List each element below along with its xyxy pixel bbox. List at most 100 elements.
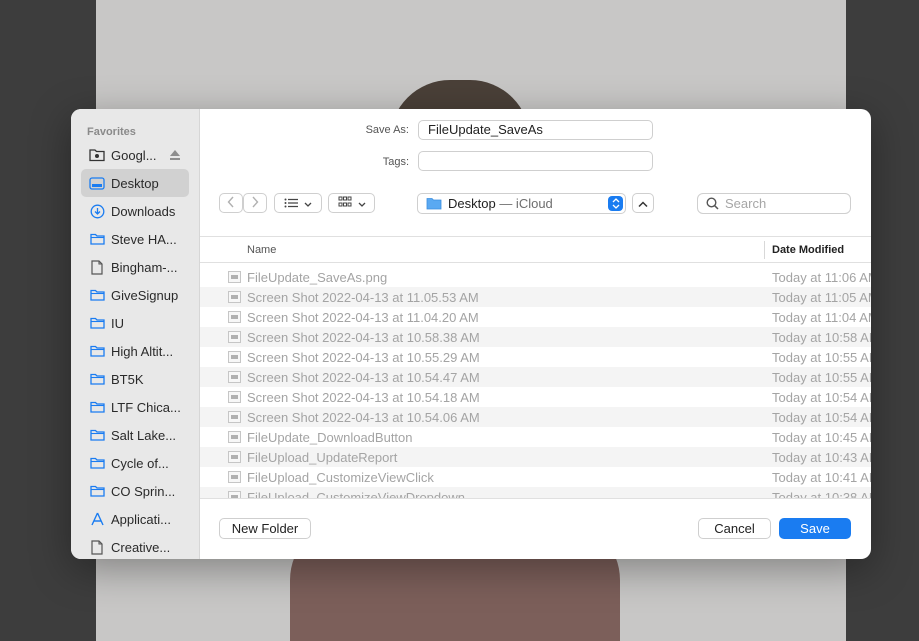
location-name: Desktop — [448, 196, 496, 211]
sidebar-item-folder[interactable]: Steve HA... — [81, 225, 189, 253]
list-item[interactable]: Screen Shot 2022-04-13 at 11.05.53 AM To… — [200, 287, 871, 307]
list-item[interactable]: FileUpload_UpdateReport Today at 10:43 A… — [200, 447, 871, 467]
file-name: Screen Shot 2022-04-13 at 10.54.18 AM — [247, 390, 480, 405]
chevron-right-icon — [251, 196, 259, 211]
sidebar-item-desktop[interactable]: Desktop — [81, 169, 189, 197]
location-subtitle: — iCloud — [495, 196, 553, 211]
image-file-icon — [228, 351, 241, 363]
sidebar-item-label: Creative... — [111, 539, 171, 555]
sidebar-item-folder[interactable]: IU — [81, 309, 189, 337]
location-popup[interactable]: Desktop — iCloud — [417, 193, 626, 214]
search-placeholder: Search — [725, 196, 767, 211]
file-date: Today at 10:45 AM — [772, 430, 871, 445]
group-view-button[interactable] — [328, 193, 375, 213]
sidebar-item-google-drive[interactable]: Googl... — [81, 141, 189, 169]
tags-label: Tags: — [382, 156, 409, 168]
file-name: Screen Shot 2022-04-13 at 11.05.53 AM — [247, 290, 479, 305]
sidebar-item-label: CO Sprin... — [111, 483, 176, 499]
sidebar-item-label: Steve HA... — [111, 231, 177, 247]
file-date: Today at 10:58 AM — [772, 330, 871, 345]
chevron-left-icon — [227, 196, 235, 211]
file-icon — [228, 471, 241, 483]
save-button[interactable]: Save — [779, 518, 851, 539]
list-item[interactable]: Screen Shot 2022-04-13 at 10.54.47 AM To… — [200, 367, 871, 387]
sidebar-item-label: Googl... — [111, 147, 157, 163]
list-item[interactable]: Screen Shot 2022-04-13 at 10.58.38 AM To… — [200, 327, 871, 347]
sidebar-item-label: Bingham-... — [111, 259, 178, 275]
image-file-icon — [228, 331, 241, 343]
sidebar-item-folder[interactable]: High Altit... — [81, 337, 189, 365]
back-button[interactable] — [219, 193, 243, 213]
footer-divider — [200, 498, 871, 499]
image-file-icon — [228, 391, 241, 403]
sidebar-item-label: Applicati... — [111, 511, 171, 527]
list-view-button[interactable] — [274, 193, 322, 213]
file-date: Today at 10:55 AM — [772, 370, 871, 385]
file-list: FileUpdate_SaveAs.png Today at 11:06 AM … — [200, 267, 871, 498]
file-date: Today at 11:05 AM — [772, 290, 871, 305]
collapse-button[interactable] — [632, 193, 654, 213]
stepper-icon — [608, 196, 623, 211]
sidebar-item-folder[interactable]: Cycle of... — [81, 449, 189, 477]
list-item[interactable]: FileUpdate_DownloadButton Today at 10:45… — [200, 427, 871, 447]
save-as-label: Save As: — [365, 124, 409, 136]
list-item[interactable]: FileUpload_CustomizeViewClick Today at 1… — [200, 467, 871, 487]
sidebar-item-folder[interactable]: BT5K — [81, 365, 189, 393]
file-icon — [228, 431, 241, 443]
folder-icon — [89, 231, 105, 247]
drive-folder-icon — [89, 147, 105, 163]
search-field[interactable]: Search — [697, 193, 851, 214]
sidebar-item-downloads[interactable]: Downloads — [81, 197, 189, 225]
folder-icon — [89, 455, 105, 471]
file-name: Screen Shot 2022-04-13 at 10.58.38 AM — [247, 330, 480, 345]
tags-field[interactable] — [418, 151, 653, 171]
file-name: Screen Shot 2022-04-13 at 10.55.29 AM — [247, 350, 480, 365]
save-dialog: Favorites Googl... Desktop Downloads Ste… — [71, 109, 871, 559]
document-icon — [89, 539, 105, 555]
list-item[interactable]: Screen Shot 2022-04-13 at 10.55.29 AM To… — [200, 347, 871, 367]
sidebar-item-applications[interactable]: Applicati... — [81, 505, 189, 533]
chevron-down-icon — [304, 196, 312, 211]
sidebar-item-folder[interactable]: CO Sprin... — [81, 477, 189, 505]
sidebar-item-folder[interactable]: Salt Lake... — [81, 421, 189, 449]
folder-icon — [89, 287, 105, 303]
file-date: Today at 10:43 AM — [772, 450, 871, 465]
save-as-field[interactable]: FileUpdate_SaveAs — [418, 120, 653, 140]
sidebar-item-folder[interactable]: LTF Chica... — [81, 393, 189, 421]
file-name: Screen Shot 2022-04-13 at 11.04.20 AM — [247, 310, 479, 325]
sidebar-item-label: BT5K — [111, 371, 144, 387]
sidebar-item-label: High Altit... — [111, 343, 174, 359]
sidebar-item-label: Salt Lake... — [111, 427, 177, 443]
forward-button[interactable] — [243, 193, 267, 213]
folder-icon — [89, 343, 105, 359]
file-date: Today at 11:06 AM — [772, 270, 871, 285]
sidebar-item-folder[interactable]: GiveSignup — [81, 281, 189, 309]
chevron-up-icon — [638, 196, 648, 211]
folder-icon — [89, 315, 105, 331]
sidebar-item-document[interactable]: Creative... — [81, 533, 189, 559]
sidebar-item-label: GiveSignup — [111, 287, 179, 303]
image-file-icon — [228, 411, 241, 423]
sidebar-item-document[interactable]: Bingham-... — [81, 253, 189, 281]
list-item[interactable]: Screen Shot 2022-04-13 at 10.54.18 AM To… — [200, 387, 871, 407]
list-item[interactable]: FileUpdate_SaveAs.png Today at 11:06 AM — [200, 267, 871, 287]
eject-icon[interactable] — [169, 149, 181, 161]
favorites-heading: Favorites — [87, 126, 136, 138]
sidebar: Favorites Googl... Desktop Downloads Ste… — [71, 109, 200, 559]
new-folder-button[interactable]: New Folder — [219, 518, 311, 539]
search-icon — [706, 197, 719, 210]
sidebar-item-label: LTF Chica... — [111, 399, 181, 415]
file-icon — [228, 491, 241, 498]
column-header-name[interactable]: Name — [247, 244, 276, 256]
column-divider[interactable] — [764, 241, 765, 259]
list-item[interactable]: FileUpload_CustomizeViewDropdown Today a… — [200, 487, 871, 498]
file-date: Today at 10:41 AM — [772, 470, 871, 485]
applications-icon — [89, 511, 105, 527]
cancel-button[interactable]: Cancel — [698, 518, 771, 539]
list-item[interactable]: Screen Shot 2022-04-13 at 10.54.06 AM To… — [200, 407, 871, 427]
column-header-date-modified[interactable]: Date Modified — [772, 244, 844, 256]
folder-icon — [89, 427, 105, 443]
list-item[interactable]: Screen Shot 2022-04-13 at 11.04.20 AM To… — [200, 307, 871, 327]
folder-icon — [426, 197, 442, 210]
file-list-header: Name Date Modified — [200, 236, 871, 263]
